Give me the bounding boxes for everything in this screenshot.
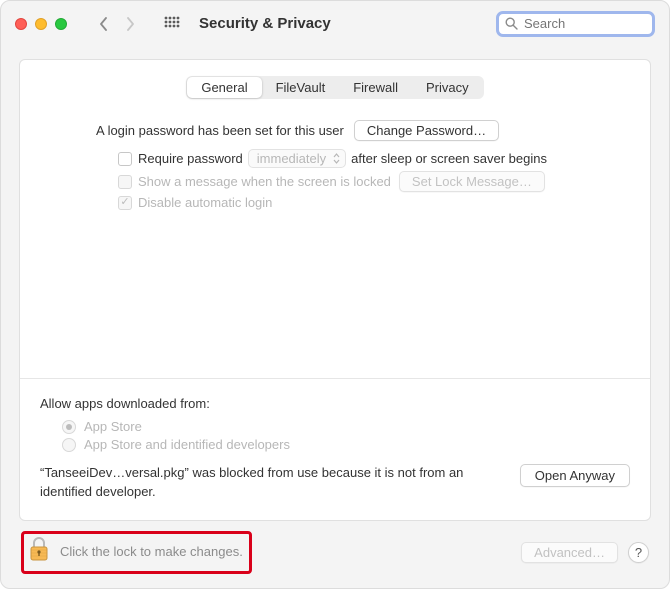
nav-buttons	[93, 13, 141, 35]
tab-privacy[interactable]: Privacy	[412, 77, 483, 98]
tab-general[interactable]: General	[187, 77, 261, 98]
blocked-app-message: “TanseeiDev…versal.pkg” was blocked from…	[40, 464, 506, 502]
set-lock-message-button: Set Lock Message…	[399, 171, 545, 192]
back-button[interactable]	[93, 13, 115, 35]
chevron-updown-icon	[333, 153, 340, 164]
lock-text: Click the lock to make changes.	[60, 544, 243, 559]
require-password-label: Require password	[138, 151, 243, 166]
window-controls	[15, 18, 67, 30]
after-sleep-label: after sleep or screen saver begins	[351, 151, 547, 166]
footer: Click the lock to make changes. Advanced…	[1, 521, 669, 588]
titlebar: Security & Privacy	[1, 1, 669, 47]
show-message-label: Show a message when the screen is locked	[138, 174, 391, 189]
search-field[interactable]	[496, 11, 655, 37]
tab-bar: General FileVault Firewall Privacy	[40, 76, 630, 99]
show-message-checkbox	[118, 175, 132, 189]
lock-area-highlight: Click the lock to make changes.	[21, 531, 252, 574]
content-area: General FileVault Firewall Privacy A log…	[1, 47, 669, 521]
search-input[interactable]	[524, 16, 646, 31]
disable-auto-login-checkbox	[118, 196, 132, 210]
radio-identified-devs-label: App Store and identified developers	[84, 437, 290, 452]
minimize-window-button[interactable]	[35, 18, 47, 30]
preferences-window: Security & Privacy General FileVault Fir…	[0, 0, 670, 589]
login-password-section: A login password has been set for this u…	[40, 117, 630, 213]
radio-app-store	[62, 420, 76, 434]
disable-auto-login-label: Disable automatic login	[138, 195, 272, 210]
show-all-button[interactable]	[161, 13, 183, 35]
allow-apps-section: Allow apps downloaded from: App Store Ap…	[40, 393, 630, 520]
zoom-window-button[interactable]	[55, 18, 67, 30]
search-icon	[505, 17, 518, 30]
change-password-button[interactable]: Change Password…	[354, 120, 499, 141]
divider	[20, 378, 650, 379]
main-panel: General FileVault Firewall Privacy A log…	[19, 59, 651, 521]
login-password-label: A login password has been set for this u…	[96, 123, 344, 138]
advanced-button: Advanced…	[521, 542, 618, 563]
tab-filevault[interactable]: FileVault	[262, 77, 340, 98]
tab-firewall[interactable]: Firewall	[339, 77, 412, 98]
help-button[interactable]: ?	[628, 542, 649, 563]
require-password-delay-value: immediately	[257, 151, 326, 166]
require-password-delay-select: immediately	[248, 149, 346, 168]
require-password-checkbox[interactable]	[118, 152, 132, 166]
window-title: Security & Privacy	[199, 15, 331, 32]
allow-apps-heading: Allow apps downloaded from:	[40, 396, 210, 411]
forward-button[interactable]	[119, 13, 141, 35]
close-window-button[interactable]	[15, 18, 27, 30]
radio-app-store-label: App Store	[84, 419, 142, 434]
lock-icon[interactable]	[28, 536, 50, 567]
open-anyway-button[interactable]: Open Anyway	[520, 464, 630, 487]
radio-identified-devs	[62, 438, 76, 452]
